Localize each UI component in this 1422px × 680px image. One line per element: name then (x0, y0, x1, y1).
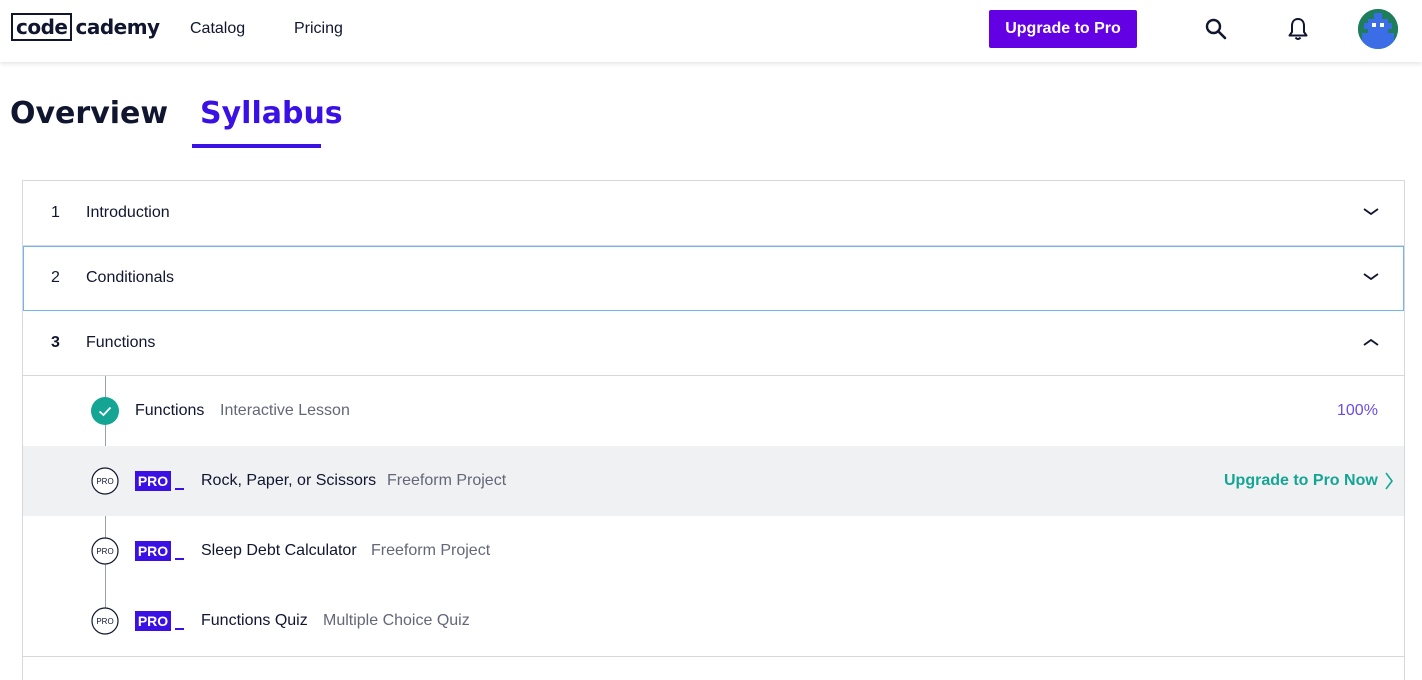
pro-badge-label: PRO (135, 541, 171, 561)
nav-catalog-link[interactable]: Catalog (190, 20, 245, 38)
pro-circle-icon: PRO (91, 537, 119, 565)
pro-badge: PRO (135, 611, 186, 631)
lesson-row-functions[interactable]: Functions Interactive Lesson 100% (23, 376, 1404, 446)
lesson-type: Multiple Choice Quiz (323, 612, 470, 629)
pro-badge-label: PRO (135, 611, 171, 631)
logo-text-part: cademy (75, 15, 160, 39)
module-row-functions[interactable]: 3 Functions (23, 311, 1404, 376)
module-title: Introduction (86, 204, 170, 221)
lesson-name: Functions Quiz (201, 612, 308, 629)
module-number: 3 (51, 334, 60, 351)
lesson-row-sleep-debt-calculator[interactable]: PRO PRO Sleep Debt Calculator Freeform P… (23, 516, 1404, 586)
module-row-introduction[interactable]: 1 Introduction (23, 181, 1404, 246)
top-navigation-bar: code cademy Catalog Pricing Upgrade to P… (0, 0, 1422, 62)
pro-badge-cursor (175, 488, 184, 490)
chevron-right-icon (1385, 472, 1393, 490)
module-divider (23, 656, 1404, 657)
lesson-type: Freeform Project (371, 542, 491, 559)
lesson-type: Freeform Project (387, 472, 507, 489)
chevron-up-icon[interactable] (1362, 335, 1380, 349)
lesson-row-rock-paper-scissors[interactable]: PRO PRO Rock, Paper, or Scissors Freefor… (23, 446, 1404, 516)
pro-circle-icon: PRO (91, 607, 119, 635)
syllabus-panel: 1 Introduction 2 Conditionals 3 Function… (22, 180, 1405, 680)
active-tab-underline (192, 144, 321, 148)
nav-pricing-link[interactable]: Pricing (294, 20, 343, 38)
bell-icon[interactable] (1287, 17, 1309, 41)
tab-syllabus[interactable]: Syllabus (200, 96, 343, 131)
lesson-type: Interactive Lesson (220, 402, 350, 419)
lesson-name: Sleep Debt Calculator (201, 542, 357, 559)
tab-overview[interactable]: Overview (10, 96, 168, 131)
avatar-robot-icon (1358, 9, 1398, 49)
upgrade-to-pro-now-link[interactable]: Upgrade to Pro Now (1224, 472, 1394, 490)
lesson-row-functions-quiz[interactable]: PRO PRO Functions Quiz Multiple Choice Q… (23, 586, 1404, 656)
logo-code-part: code (11, 13, 73, 41)
pro-badge-label: PRO (135, 471, 171, 491)
pro-badge: PRO (135, 541, 186, 561)
pro-badge-cursor (175, 558, 184, 560)
module-number: 1 (51, 204, 60, 221)
lesson-progress: 100% (1337, 402, 1378, 419)
pro-circle-label: PRO (96, 617, 113, 626)
pro-circle-icon: PRO (91, 467, 119, 495)
module-title: Conditionals (86, 269, 175, 286)
check-circle-icon (91, 397, 119, 425)
lesson-name: Rock, Paper, or Scissors (201, 472, 377, 489)
avatar[interactable] (1358, 9, 1398, 49)
pro-badge: PRO (135, 471, 186, 491)
pro-circle-label: PRO (96, 477, 113, 486)
module-title: Functions (86, 334, 156, 351)
chevron-down-icon[interactable] (1362, 270, 1380, 284)
search-icon[interactable] (1204, 17, 1228, 41)
upgrade-link-label: Upgrade to Pro Now (1224, 472, 1378, 489)
pro-circle-label: PRO (96, 547, 113, 556)
pro-badge-cursor (175, 628, 184, 630)
module-number: 2 (51, 269, 60, 286)
lesson-name: Functions (135, 402, 205, 419)
chevron-down-icon[interactable] (1362, 205, 1380, 219)
codecademy-logo[interactable]: code cademy (11, 13, 160, 41)
upgrade-to-pro-button[interactable]: Upgrade to Pro (989, 10, 1137, 48)
module-row-conditionals[interactable]: 2 Conditionals (23, 246, 1404, 311)
